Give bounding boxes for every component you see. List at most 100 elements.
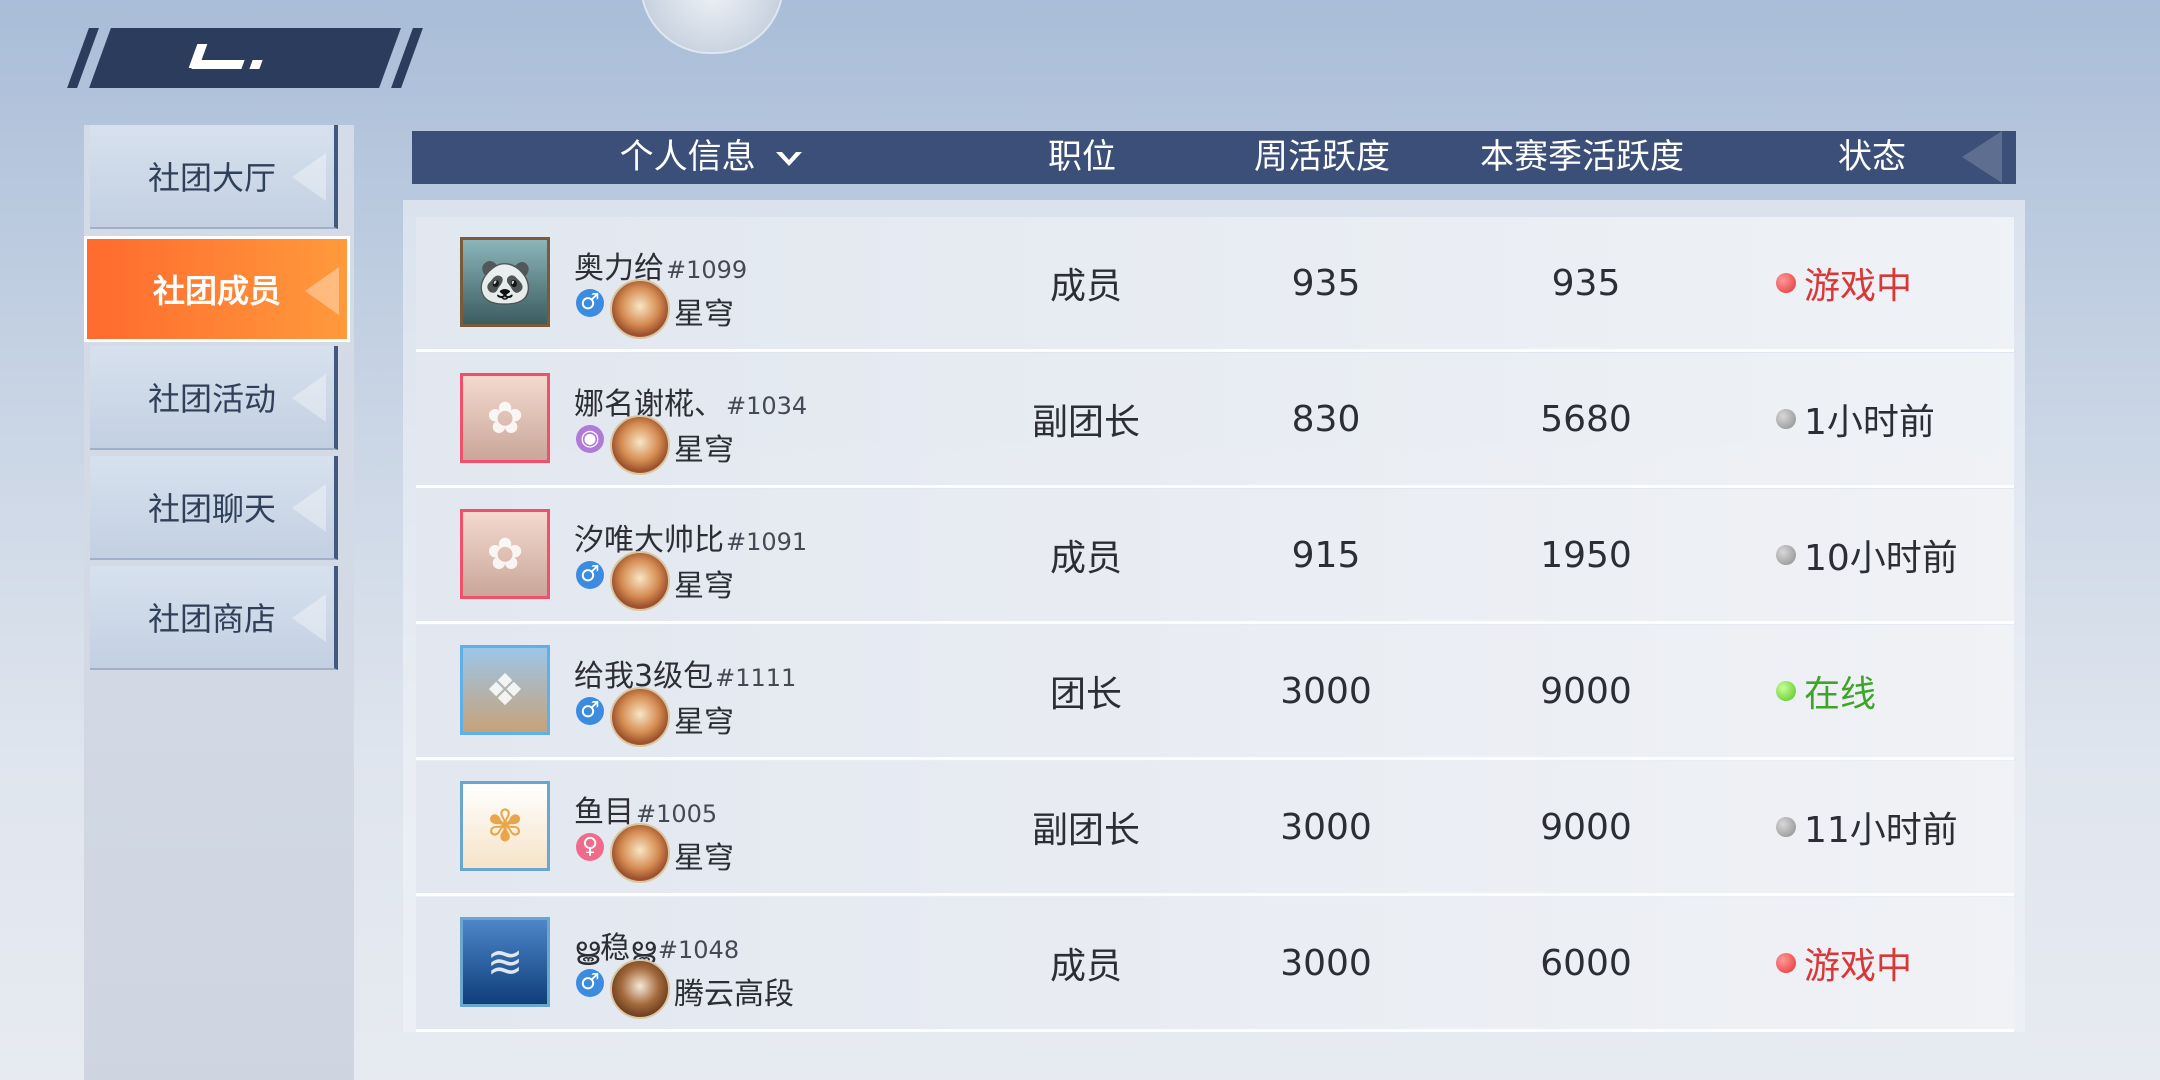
sidebar-item-label: 社团活动: [147, 380, 276, 418]
status-dot-icon: [1776, 817, 1796, 837]
header-season: 本赛季活跃度: [1480, 137, 1684, 177]
weekly-activity: 830: [1291, 398, 1361, 440]
position: 成员: [1049, 266, 1122, 307]
sidebar-item-activity[interactable]: 社团活动: [90, 346, 338, 450]
member-id: #1091: [726, 528, 808, 556]
status: 11小时前: [1776, 761, 2006, 893]
avatar[interactable]: ✾: [460, 781, 550, 871]
rank-badge-icon: [610, 415, 670, 475]
table-row[interactable]: ❖ 给我3级包#1111 ♂ 星穹 团长 3000 9000 在线: [416, 625, 2014, 760]
header-status: 状态: [1838, 137, 1906, 177]
photo-avatar-icon: ✿: [486, 528, 524, 580]
table-row[interactable]: ✿ 汐唯大帅比#1091 ♂ 星穹 成员 915 1950 10小时前: [416, 489, 2014, 624]
status: 在线: [1776, 625, 2006, 757]
season-activity: 9000: [1540, 670, 1632, 712]
sidebar-item-label: 社团成员: [152, 272, 281, 310]
table-row[interactable]: ≋ ൠ稳ൠ#1048 ♂ 腾云高段 成员 3000 6000 游戏中: [416, 897, 2014, 1032]
status: 游戏中: [1776, 217, 2006, 349]
top-decoration: [640, 0, 784, 54]
rank-badge-icon: [610, 823, 670, 883]
rank-name: 星穹: [674, 705, 734, 740]
member-id: #1048: [657, 936, 740, 964]
tab-decoration: [305, 267, 339, 315]
rank-name: 星穹: [674, 297, 734, 332]
gender-female-icon: ♀: [576, 833, 604, 861]
gender-male-icon: ♂: [576, 697, 604, 725]
tab-decoration: [292, 484, 326, 532]
header-position: 职位: [1048, 137, 1116, 177]
sidebar-item-label: 社团商店: [147, 600, 276, 638]
chevron-down-icon: [776, 151, 803, 166]
rank-name: 腾云高段: [674, 977, 794, 1012]
sidebar-item-shop[interactable]: 社团商店: [90, 566, 338, 670]
position: 副团长: [1031, 402, 1140, 443]
position: 副团长: [1031, 810, 1140, 851]
member-id: #1099: [666, 256, 748, 284]
status-dot-icon: [1776, 953, 1796, 973]
season-activity: 5680: [1540, 398, 1632, 440]
member-id: #1111: [715, 664, 797, 692]
status-dot-icon: [1776, 681, 1796, 701]
tab-decoration: [292, 153, 326, 201]
sidebar-item-chat[interactable]: 社团聊天: [90, 456, 338, 560]
season-activity: 6000: [1540, 942, 1632, 984]
panda-avatar-icon: 🐼: [477, 257, 533, 308]
status-dot-icon: [1776, 273, 1796, 293]
avatar[interactable]: 🐼: [460, 237, 550, 327]
back-arrow-icon[interactable]: [188, 44, 263, 70]
avatar[interactable]: ✿: [460, 509, 550, 599]
rank-badge-icon: [610, 959, 670, 1019]
gender-male-icon: ♂: [576, 289, 604, 317]
rank-name: 星穹: [674, 569, 734, 604]
avatar[interactable]: ≋: [460, 917, 550, 1007]
status-dot-icon: [1776, 409, 1796, 429]
rank-badge-icon: [610, 687, 670, 747]
sidebar-item-hall[interactable]: 社团大厅: [90, 125, 338, 229]
status: 10小时前: [1776, 489, 2006, 621]
cat-avatar-icon: ✾: [486, 800, 524, 852]
header-weekly: 周活跃度: [1254, 137, 1390, 177]
season-activity: 1950: [1540, 534, 1632, 576]
avatar[interactable]: ❖: [460, 645, 550, 735]
season-activity: 935: [1551, 262, 1621, 304]
rank-badge-icon: [610, 551, 670, 611]
weekly-activity: 915: [1291, 534, 1361, 576]
member-id: #1034: [726, 392, 808, 420]
weekly-activity: 935: [1291, 262, 1361, 304]
tab-decoration: [292, 374, 326, 422]
member-name-line: 给我3级包#1111: [574, 659, 797, 694]
table-row[interactable]: 🐼 奥力给#1099 ♂ 星穹 成员 935 935 游戏中: [416, 217, 2014, 352]
tab-decoration: [292, 594, 326, 642]
rank-name: 星穹: [674, 841, 734, 876]
dog-avatar-icon: ❖: [485, 664, 525, 716]
member-name-line: 汐唯大帅比#1091: [574, 523, 808, 558]
photo-avatar-icon: ✿: [486, 392, 524, 444]
status: 1小时前: [1776, 353, 2006, 485]
status: 游戏中: [1776, 897, 2006, 1029]
position: 团长: [1049, 674, 1122, 715]
gender-male-icon: ♂: [576, 561, 604, 589]
rank-name: 星穹: [674, 433, 734, 468]
season-activity: 9000: [1540, 806, 1632, 848]
member-name-line: 娜名谢椛、#1034: [574, 387, 808, 422]
status-dot-icon: [1776, 545, 1796, 565]
table-row[interactable]: ✾ 鱼目#1005 ♀ 星穹 副团长 3000 9000 11小时前: [416, 761, 2014, 896]
weekly-activity: 3000: [1280, 806, 1372, 848]
sidebar-item-members[interactable]: 社团成员: [84, 236, 350, 342]
position: 成员: [1049, 538, 1122, 579]
table-header: 个人信息 职位 周活跃度 本赛季活跃度 状态: [412, 131, 2016, 184]
header-decoration: [1962, 131, 2002, 183]
gender-male-icon: ♂: [576, 969, 604, 997]
position: 成员: [1049, 946, 1122, 987]
member-name-line: 奥力给#1099: [574, 251, 748, 286]
wave-avatar-icon: ≋: [486, 936, 524, 988]
weekly-activity: 3000: [1280, 942, 1372, 984]
avatar[interactable]: ✿: [460, 373, 550, 463]
sidebar-item-label: 社团聊天: [147, 490, 276, 528]
header-info[interactable]: 个人信息: [562, 131, 862, 184]
sidebar-item-label: 社团大厅: [147, 159, 276, 197]
member-name-line: ൠ稳ൠ#1048: [574, 931, 740, 966]
rank-badge-icon: [610, 279, 670, 339]
table-row[interactable]: ✿ 娜名谢椛、#1034 ◉ 星穹 副团长 830 5680 1小时前: [416, 353, 2014, 488]
gender-hidden-icon: ◉: [576, 425, 604, 453]
